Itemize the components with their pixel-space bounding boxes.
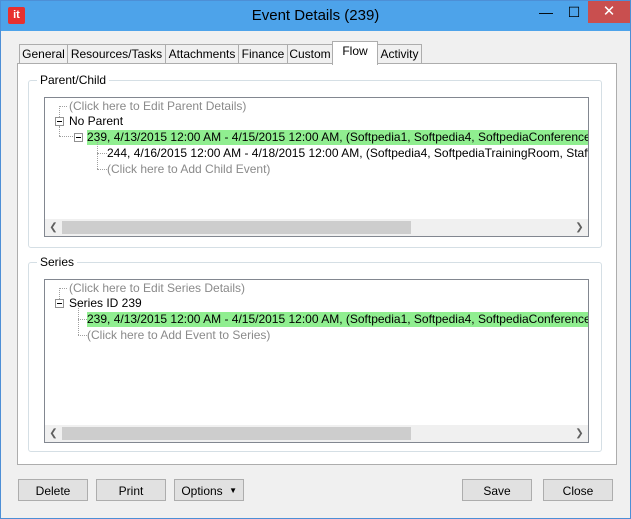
tab-custom[interactable]: Custom	[287, 44, 333, 64]
edit-series-node[interactable]: (Click here to Edit Series Details)	[69, 281, 245, 296]
add-event-node[interactable]: (Click here to Add Event to Series)	[87, 328, 270, 343]
scroll-left-icon[interactable]: ❮	[45, 425, 62, 442]
maximize-button[interactable]: ☐	[560, 1, 588, 23]
parent-child-tree[interactable]: (Click here to Edit Parent Details) No P…	[44, 97, 589, 237]
tab-attachments[interactable]: Attachments	[165, 44, 239, 64]
tree-line	[59, 288, 67, 289]
tree-line	[97, 142, 98, 169]
scroll-left-icon[interactable]: ❮	[45, 219, 62, 236]
edit-parent-node[interactable]: (Click here to Edit Parent Details)	[69, 99, 246, 114]
event-244-node[interactable]: 244, 4/16/2015 12:00 AM - 4/18/2015 12:0…	[107, 146, 588, 161]
print-button[interactable]: Print	[96, 479, 166, 501]
tree-line	[97, 169, 107, 170]
series-label: Series	[37, 255, 78, 269]
tree-line	[97, 153, 107, 154]
tab-resources-tasks[interactable]: Resources/Tasks	[67, 44, 166, 64]
series-tree[interactable]: (Click here to Edit Series Details) Seri…	[44, 279, 589, 443]
close-window-button[interactable]: ✕	[588, 1, 630, 23]
flow-tab-page: Parent/Child (Click here to Edit Parent …	[17, 63, 617, 465]
series-group: Series (Click here to Edit Series Detail…	[28, 255, 602, 452]
save-button[interactable]: Save	[462, 479, 532, 501]
collapse-icon[interactable]	[55, 299, 64, 308]
scroll-right-icon[interactable]: ❯	[571, 219, 588, 236]
tree-line	[78, 308, 79, 335]
tree-line	[59, 106, 67, 107]
scroll-thumb[interactable]	[62, 221, 411, 234]
tree-line	[59, 126, 60, 136]
parent-child-group: Parent/Child (Click here to Edit Parent …	[28, 73, 602, 248]
scroll-thumb[interactable]	[62, 427, 411, 440]
event-details-window: it Event Details (239) — ☐ ✕ General Res…	[0, 0, 631, 519]
tab-activity[interactable]: Activity	[377, 44, 422, 64]
series-id-node[interactable]: Series ID 239	[69, 296, 142, 311]
no-parent-node[interactable]: No Parent	[69, 114, 123, 129]
add-child-node[interactable]: (Click here to Add Child Event)	[107, 162, 270, 177]
minimize-button[interactable]: —	[532, 1, 560, 23]
collapse-icon[interactable]	[74, 133, 83, 142]
options-label: Options	[181, 484, 223, 498]
series-event-239-node[interactable]: 239, 4/13/2015 12:00 AM - 4/15/2015 12:0…	[87, 312, 588, 327]
title-bar[interactable]: it Event Details (239) — ☐ ✕	[1, 1, 630, 31]
collapse-icon[interactable]	[55, 117, 64, 126]
delete-button[interactable]: Delete	[18, 479, 88, 501]
tree-line	[78, 335, 87, 336]
tree-line	[78, 319, 87, 320]
event-239-node[interactable]: 239, 4/13/2015 12:00 AM - 4/15/2015 12:0…	[87, 130, 588, 145]
horizontal-scrollbar[interactable]: ❮ ❯	[45, 425, 588, 442]
tab-general[interactable]: General	[19, 44, 68, 64]
dropdown-arrow-icon: ▼	[229, 486, 237, 495]
tab-finance[interactable]: Finance	[238, 44, 288, 64]
parent-child-label: Parent/Child	[37, 73, 110, 87]
tree-line	[59, 136, 73, 137]
scroll-right-icon[interactable]: ❯	[571, 425, 588, 442]
options-button[interactable]: Options ▼	[174, 479, 244, 501]
horizontal-scrollbar[interactable]: ❮ ❯	[45, 219, 588, 236]
tab-flow[interactable]: Flow	[332, 41, 378, 65]
close-button[interactable]: Close	[543, 479, 613, 501]
